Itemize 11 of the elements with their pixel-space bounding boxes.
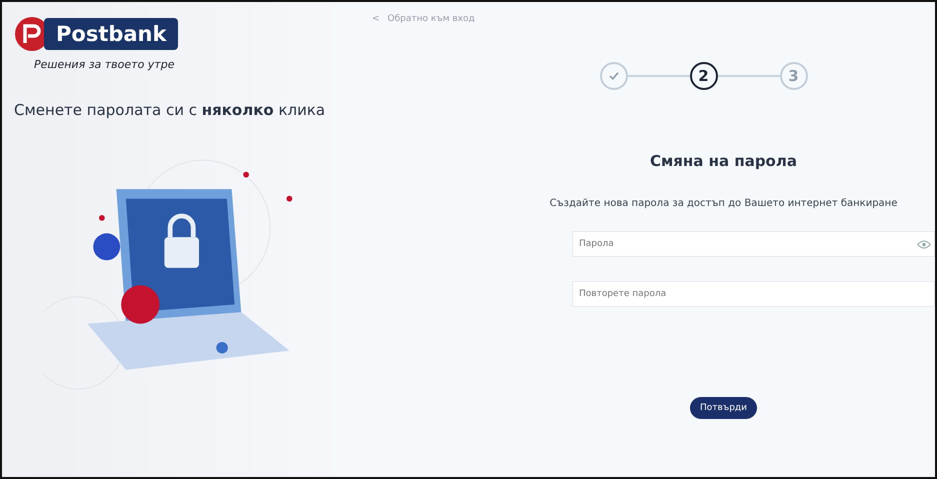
brand-tagline: Решения за твоето утре bbox=[34, 58, 176, 71]
form-title: Смяна на парола bbox=[650, 152, 797, 170]
input-field[interactable]: Парола bbox=[572, 231, 935, 257]
step-indicator: 2 bbox=[690, 62, 718, 90]
form-subtitle: Създайте нова парола за достъп до Вашето интернет банкиране bbox=[550, 198, 898, 209]
brand-name: Postbank bbox=[44, 18, 178, 50]
eye-icon[interactable] bbox=[917, 240, 931, 249]
step-indicator: 3 bbox=[780, 62, 808, 90]
input-field[interactable]: Повторете парола bbox=[572, 281, 935, 307]
confirm-button[interactable]: Потвърди bbox=[690, 397, 757, 419]
chevron-left-icon: < bbox=[372, 14, 380, 24]
